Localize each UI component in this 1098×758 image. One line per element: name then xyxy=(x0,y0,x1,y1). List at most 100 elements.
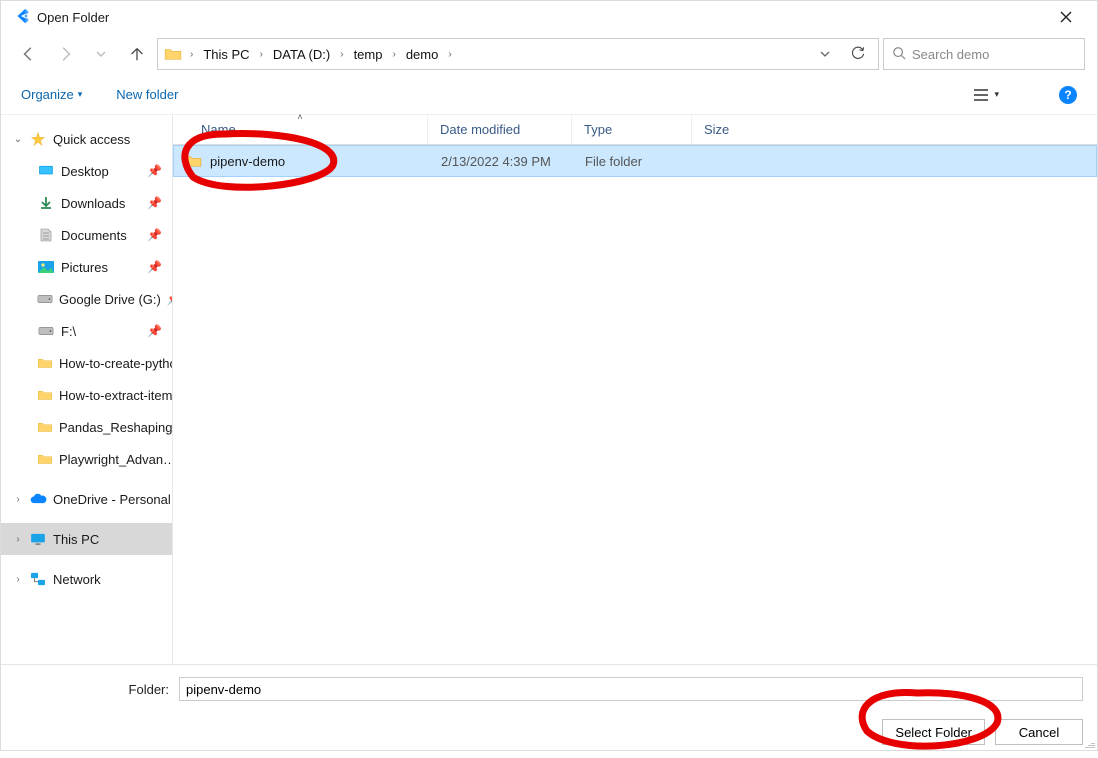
cloud-icon xyxy=(29,493,47,505)
folder-input[interactable] xyxy=(179,677,1083,701)
help-icon[interactable]: ? xyxy=(1059,86,1077,104)
folder-icon xyxy=(37,389,53,401)
titlebar: Open Folder xyxy=(1,1,1097,33)
chevron-right-icon[interactable]: › xyxy=(390,49,397,60)
tree-this-pc[interactable]: › This PC xyxy=(1,523,172,555)
folder-icon xyxy=(37,453,53,465)
view-options-button[interactable]: ▾ xyxy=(973,88,999,102)
pin-icon: 📌 xyxy=(147,164,162,178)
pin-icon: 📌 xyxy=(147,260,162,274)
breadcrumb[interactable]: DATA (D:) xyxy=(271,45,332,64)
chevron-right-icon[interactable]: › xyxy=(258,49,265,60)
window-title: Open Folder xyxy=(37,10,1043,25)
tree-onedrive[interactable]: › OneDrive - Personal xyxy=(1,483,172,515)
column-label: Date modified xyxy=(440,122,520,137)
folder-icon xyxy=(37,357,53,369)
pc-icon xyxy=(29,533,47,545)
network-icon xyxy=(29,572,47,586)
tree-google-drive[interactable]: Google Drive (G:) 📌 xyxy=(37,283,172,315)
nav-tree[interactable]: ⌄ Quick access Desktop 📌 Downloads 📌 Doc… xyxy=(1,115,173,666)
bottom-bar: Folder: Select Folder Cancel xyxy=(1,664,1097,750)
star-icon xyxy=(29,131,47,147)
tree-label: Google Drive (G:) xyxy=(59,292,161,307)
close-icon[interactable] xyxy=(1043,1,1089,33)
refresh-icon[interactable] xyxy=(844,45,872,64)
resize-grip-icon[interactable] xyxy=(1083,736,1095,748)
back-button[interactable] xyxy=(13,38,45,70)
column-size[interactable]: Size xyxy=(692,115,762,144)
tree-label: Desktop xyxy=(61,164,109,179)
pin-icon: 📌 xyxy=(147,324,162,338)
column-name[interactable]: ˄ Name xyxy=(173,115,428,144)
pin-icon: 📌 xyxy=(167,292,172,306)
file-type: File folder xyxy=(573,154,693,169)
app-logo-icon xyxy=(13,7,31,28)
chevron-right-icon[interactable]: › xyxy=(446,49,453,60)
tree-label: How-to-extract-items… xyxy=(59,388,172,403)
chevron-right-icon[interactable]: › xyxy=(188,49,195,60)
file-row[interactable]: pipenv-demo 2/13/2022 4:39 PM File folde… xyxy=(173,145,1097,177)
tree-label: OneDrive - Personal xyxy=(53,492,171,507)
tree-label: Quick access xyxy=(53,132,130,147)
dropdown-triangle-icon: ▾ xyxy=(78,89,83,100)
breadcrumb[interactable]: demo xyxy=(404,45,441,64)
new-folder-button[interactable]: New folder xyxy=(116,87,178,102)
folder-label: Folder: xyxy=(15,682,169,697)
forward-button[interactable] xyxy=(49,38,81,70)
column-type[interactable]: Type xyxy=(572,115,692,144)
address-bar[interactable]: › This PC › DATA (D:) › temp › demo › xyxy=(157,38,879,70)
breadcrumb[interactable]: This PC xyxy=(201,45,251,64)
tree-folder[interactable]: How-to-extract-items… xyxy=(37,379,172,411)
up-button[interactable] xyxy=(121,38,153,70)
drive-icon xyxy=(37,294,53,304)
tree-label: Documents xyxy=(61,228,127,243)
sort-indicator-icon: ˄ xyxy=(297,112,302,122)
tree-network[interactable]: › Network xyxy=(1,563,172,595)
tree-label: Playwright_Advan… xyxy=(59,452,172,467)
command-row: Organize ▾ New folder ▾ ? xyxy=(1,75,1097,115)
file-date: 2/13/2022 4:39 PM xyxy=(429,154,573,169)
breadcrumb[interactable]: temp xyxy=(352,45,385,64)
organize-label: Organize xyxy=(21,87,74,102)
tree-downloads[interactable]: Downloads 📌 xyxy=(37,187,172,219)
tree-pictures[interactable]: Pictures 📌 xyxy=(37,251,172,283)
folder-icon xyxy=(184,154,202,168)
collapse-icon[interactable]: ⌄ xyxy=(13,134,23,145)
file-pane: ˄ Name Date modified Type Size pipenv-de… xyxy=(173,115,1097,666)
tree-folder[interactable]: Pandas_Reshaping… xyxy=(37,411,172,443)
tree-folder[interactable]: Playwright_Advan… xyxy=(37,443,172,475)
tree-quick-access[interactable]: ⌄ Quick access xyxy=(1,123,172,155)
tree-documents[interactable]: Documents 📌 xyxy=(37,219,172,251)
column-label: Type xyxy=(584,122,612,137)
tree-desktop[interactable]: Desktop 📌 xyxy=(37,155,172,187)
tree-f-drive[interactable]: F:\ 📌 xyxy=(37,315,172,347)
tree-folder[interactable]: How-to-create-python… xyxy=(37,347,172,379)
tree-label: Pandas_Reshaping… xyxy=(59,420,172,435)
desktop-icon xyxy=(37,165,55,177)
recent-dropdown-icon[interactable] xyxy=(85,38,117,70)
file-name: pipenv-demo xyxy=(210,154,285,169)
expand-icon[interactable]: › xyxy=(13,574,23,585)
search-input[interactable] xyxy=(912,47,1076,62)
column-date[interactable]: Date modified xyxy=(428,115,572,144)
pin-icon: 📌 xyxy=(147,196,162,210)
organize-button[interactable]: Organize ▾ xyxy=(21,87,82,102)
column-headers: ˄ Name Date modified Type Size xyxy=(173,115,1097,145)
address-dropdown-icon[interactable] xyxy=(812,47,838,62)
document-icon xyxy=(37,228,55,242)
cancel-button[interactable]: Cancel xyxy=(995,719,1083,745)
search-box[interactable] xyxy=(883,38,1085,70)
column-label: Size xyxy=(704,122,729,137)
download-icon xyxy=(37,196,55,210)
drive-icon xyxy=(37,326,55,336)
select-folder-button[interactable]: Select Folder xyxy=(882,719,985,745)
tree-label: Pictures xyxy=(61,260,108,275)
tree-label: F:\ xyxy=(61,324,76,339)
expand-icon[interactable]: › xyxy=(13,534,23,545)
column-label: Name xyxy=(201,122,236,137)
dropdown-triangle-icon: ▾ xyxy=(994,89,999,100)
chevron-right-icon[interactable]: › xyxy=(338,49,345,60)
expand-icon[interactable]: › xyxy=(13,494,23,505)
main-area: ⌄ Quick access Desktop 📌 Downloads 📌 Doc… xyxy=(1,115,1097,666)
folder-icon xyxy=(37,421,53,433)
